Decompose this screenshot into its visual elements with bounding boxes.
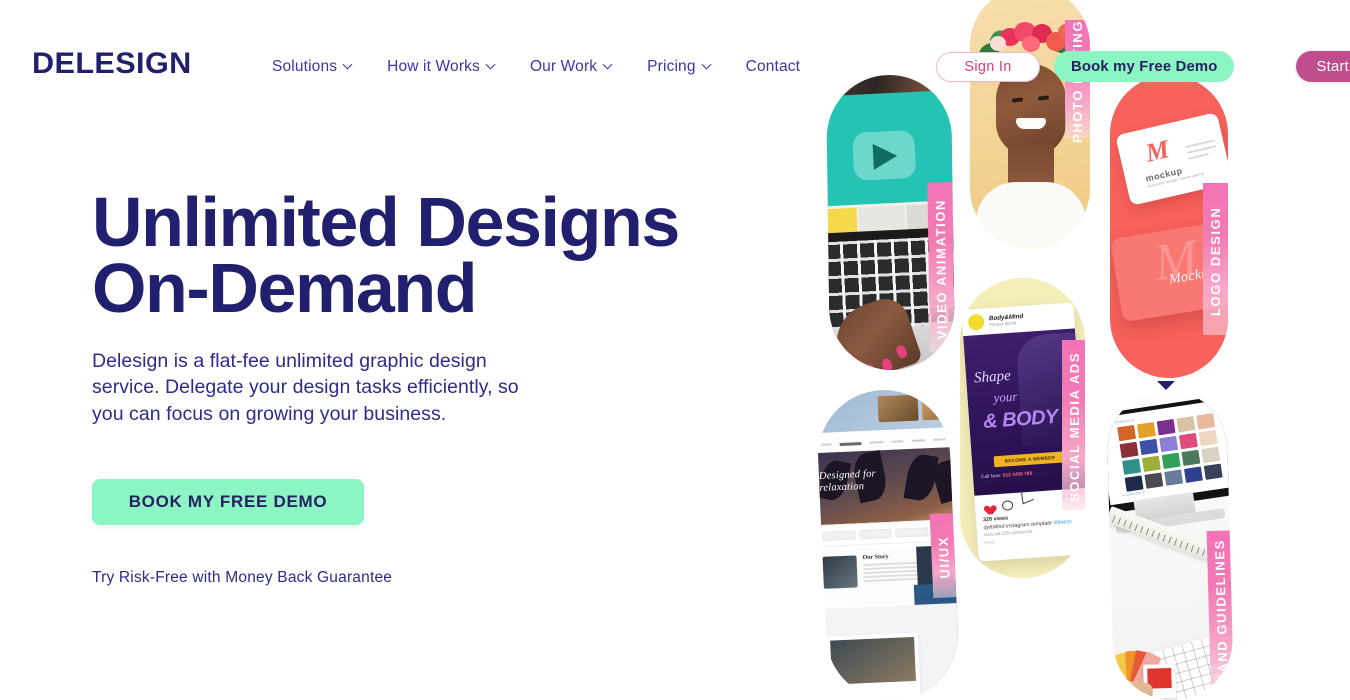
collection-label-top: ▸ Collection A [1112, 417, 1135, 426]
hero-paragraph: Delesign is a flat-fee unlimited graphic… [92, 349, 519, 425]
call-now-label: Call Now: [980, 473, 1002, 481]
site-logo[interactable]: DELESIGN [32, 49, 192, 79]
money-back-guarantee-text: Try Risk-Free with Money Back Guarantee [92, 569, 393, 587]
website-lower-section [818, 602, 961, 700]
nav-item-how-it-works[interactable]: How it Works [387, 58, 496, 76]
nav-item-our-work[interactable]: Our Work [530, 58, 613, 76]
account-subtitle: Fitness World [989, 320, 1017, 328]
chevron-down-icon [344, 61, 353, 70]
poster-line-1: Shape [973, 367, 1012, 387]
call-now-number: 012 3456 789 [1002, 471, 1033, 479]
shoulders [976, 182, 1086, 248]
chevron-down-icon [487, 61, 496, 70]
poster-cta-button: BECOME A MEMBER [993, 451, 1067, 468]
landing-page: DELESIGN Solutions How it Works Our Work… [0, 0, 1350, 700]
hero-text-line-1: Designed for [818, 468, 877, 482]
hero-image-collage: VIDEO ANIMATION PHOTO M mockup illustrat… [810, 0, 1350, 700]
card-label-logo-design: LOGO DESIGN [1203, 183, 1228, 335]
hero-text-line-2: relaxation [819, 481, 865, 494]
collage-card-uiux[interactable]: Designed for relaxation Our Story UI/UX [815, 387, 961, 700]
card-label-social-media-ads: SOCIAL MEDIA ADS [1062, 340, 1085, 510]
logo-mark-m: M [1142, 134, 1172, 168]
nav-item-pricing[interactable]: Pricing [647, 58, 711, 76]
nav-item-contact[interactable]: Contact [746, 58, 800, 76]
website-hero-heading: Designed for relaxation [819, 468, 877, 495]
collage-card-video-animation[interactable]: VIDEO ANIMATION [825, 74, 956, 371]
interior-thumbnail [830, 636, 916, 685]
smile [1016, 118, 1046, 129]
collage-card-logo-design[interactable]: M mockup illustrated design / brand iden… [1110, 75, 1228, 378]
header-actions: Sign In Book my Free Demo Start Today [936, 51, 1350, 82]
card-label-brand-guidelines: BRAND GUIDELINES [1206, 530, 1235, 699]
avatar [967, 313, 985, 331]
hero-heading-line-2: On-Demand [92, 248, 477, 327]
post-meta: 328 views dy&Mind instagram template #fi… [983, 510, 1085, 545]
interior-card [825, 632, 921, 700]
start-today-button[interactable]: Start Today [1296, 51, 1350, 82]
chevron-down-icon [703, 61, 712, 70]
nav-label-our-work: Our Work [529, 58, 598, 75]
hero-section: Unlimited Designs On-Demand Delesign is … [92, 187, 752, 587]
story-thumbnail [822, 555, 858, 589]
nav-label-how-it-works: How it Works [387, 58, 480, 75]
nav-label-solutions: Solutions [272, 58, 338, 75]
nav-item-solutions[interactable]: Solutions [272, 58, 353, 76]
caption-hashtag: #fitness [1053, 519, 1072, 527]
share-icon [1022, 499, 1034, 509]
chevron-down-icon[interactable] [1157, 381, 1175, 390]
card-label-video-animation: VIDEO ANIMATION [927, 182, 955, 353]
nav-label-contact: Contact [745, 58, 801, 75]
color-swatch-grid [1117, 413, 1223, 492]
monitor-screen: ▸ Collection A ▸ Collection B [1105, 398, 1235, 506]
sign-in-button[interactable]: Sign In [936, 51, 1040, 82]
heart-icon [982, 501, 994, 512]
card-label-uiux: UI/UX [929, 513, 959, 599]
main-navigation: Solutions How it Works Our Work Pricing … [272, 58, 800, 76]
poster-line-2: your [993, 388, 1018, 406]
collage-card-social-media-ads[interactable]: Body&Mind Fitness World Shape your & BOD… [960, 278, 1085, 578]
book-demo-button[interactable]: Book my Free Demo [1054, 51, 1235, 82]
chevron-down-icon [604, 61, 613, 70]
page-title: Unlimited Designs On-Demand [92, 187, 752, 327]
comment-icon [1001, 500, 1014, 511]
business-card-text-lines [1185, 139, 1218, 163]
nav-label-pricing: Pricing [647, 58, 696, 75]
collage-card-photo-editing[interactable]: PHOTO EDITING [970, 0, 1090, 248]
collage-card-brand-guidelines[interactable]: ▸ Collection A ▸ Collection B BRAND GUID… [1105, 388, 1235, 700]
play-icon [872, 142, 898, 170]
poster-call-now: Call Now: 012 3456 789 [981, 472, 1032, 481]
hero-book-demo-button[interactable]: BOOK MY FREE DEMO [92, 479, 364, 526]
color-fan-deck [1105, 640, 1185, 700]
